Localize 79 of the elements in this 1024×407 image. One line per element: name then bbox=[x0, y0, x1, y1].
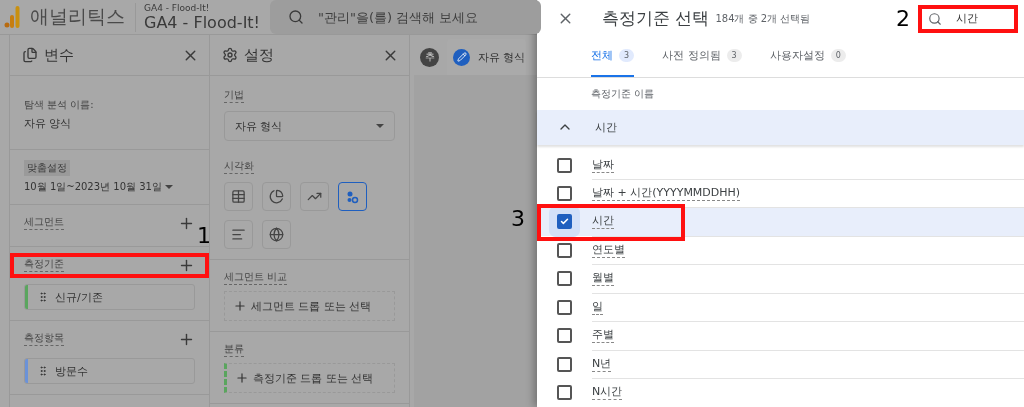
checkbox[interactable] bbox=[557, 299, 572, 315]
group-row[interactable]: 시간 bbox=[537, 109, 1024, 145]
drag-handle-icon[interactable] bbox=[37, 291, 49, 303]
add-icon[interactable] bbox=[178, 215, 195, 232]
visualization-button[interactable] bbox=[224, 220, 253, 249]
variable-chip[interactable]: 신규/기존 bbox=[24, 284, 195, 310]
dimension-name[interactable]: N년 bbox=[592, 355, 612, 372]
search-icon bbox=[288, 9, 305, 25]
caret-icon bbox=[164, 185, 173, 189]
checkbox[interactable] bbox=[557, 328, 572, 344]
donut-chart-icon bbox=[269, 189, 284, 204]
drop-zone[interactable]: 세그먼트 드롭 또는 선택 bbox=[224, 291, 395, 321]
panel-title: 변수 bbox=[44, 45, 75, 65]
document-stack-icon bbox=[22, 47, 38, 63]
visualization-button[interactable] bbox=[338, 182, 367, 211]
variable-chip[interactable]: 방문수 bbox=[24, 358, 195, 384]
checkbox[interactable] bbox=[557, 186, 572, 201]
search-field[interactable]: 시간 bbox=[918, 4, 1018, 33]
add-icon bbox=[233, 299, 247, 313]
filter-tab[interactable]: 사전 정의됨 3 bbox=[662, 37, 742, 77]
field-label: 탐색 분석 이름: bbox=[24, 98, 95, 112]
product-name: 애널리틱스 bbox=[30, 4, 125, 29]
callout-number: 2 bbox=[896, 6, 910, 32]
field-label: 분류 bbox=[224, 342, 244, 357]
field-label: 기법 bbox=[224, 88, 244, 103]
section-label: 세그먼트 bbox=[24, 215, 64, 230]
checkbox[interactable] bbox=[557, 356, 572, 372]
section-label: 측정항목 bbox=[24, 331, 64, 346]
date-badge: 맞춤설정 bbox=[24, 160, 70, 176]
callout-number: 1 bbox=[197, 223, 211, 248]
geo-chart-icon bbox=[269, 227, 284, 242]
settings-icon bbox=[222, 47, 238, 63]
filter-tab[interactable]: 사용자설정 0 bbox=[769, 37, 846, 77]
section-label: 측정기준 bbox=[24, 257, 64, 272]
callout-number: 3 bbox=[511, 205, 525, 231]
filter-tab[interactable]: 전체 3 bbox=[591, 37, 635, 77]
column-header: 측정기준 이름 bbox=[590, 86, 656, 101]
add-icon[interactable] bbox=[178, 331, 195, 348]
search-field[interactable]: "관리"을(를) 검색해 보세요 bbox=[270, 0, 541, 34]
new-tab-button[interactable]: 추 bbox=[420, 47, 439, 67]
bar-chart-logo-icon bbox=[4, 6, 20, 28]
visualization-button[interactable] bbox=[262, 182, 291, 211]
property-name[interactable]: GA4 - Flood-It! bbox=[144, 12, 261, 32]
checkbox[interactable] bbox=[557, 271, 572, 287]
dimension-name[interactable]: 일 bbox=[592, 298, 603, 315]
field-label: 세그먼트 비교 bbox=[224, 270, 288, 285]
pencil-icon[interactable] bbox=[453, 48, 470, 66]
technique-dropdown[interactable]: 자유 형식 bbox=[224, 111, 395, 141]
tab-label[interactable]: 자유 형식 bbox=[478, 49, 526, 65]
dimension-name[interactable]: N시간 bbox=[592, 384, 623, 401]
table-chart-icon bbox=[231, 189, 246, 204]
drop-zone[interactable]: 측정기준 드롭 또는 선택 bbox=[224, 363, 395, 393]
checkbox[interactable] bbox=[557, 385, 572, 401]
check-icon bbox=[560, 217, 569, 227]
visualization-button[interactable] bbox=[224, 182, 253, 211]
scatter-icon bbox=[345, 189, 360, 204]
dimension-name[interactable]: 주별 bbox=[592, 327, 614, 344]
search-icon bbox=[928, 11, 942, 26]
dimension-name[interactable]: 시간 bbox=[592, 213, 614, 230]
selection-count: 184개 중 2개 선택됨 bbox=[715, 11, 811, 26]
date-range-dropdown[interactable]: 10월 1일~2023년 10월 31일 bbox=[24, 180, 195, 194]
panel-title: 설정 bbox=[244, 45, 275, 65]
add-icon bbox=[235, 371, 249, 385]
add-icon[interactable] bbox=[178, 257, 195, 274]
dimension-name[interactable]: 날짜 bbox=[592, 156, 614, 173]
visualization-button[interactable] bbox=[300, 182, 329, 211]
drawer-title: 측정기준 선택 bbox=[602, 7, 710, 31]
dimension-name[interactable]: 날짜 + 시간(YYYYMMDDHH) bbox=[592, 185, 741, 201]
drag-handle-icon[interactable] bbox=[37, 365, 49, 377]
visualization-button[interactable] bbox=[262, 220, 291, 249]
checkbox[interactable] bbox=[557, 242, 572, 258]
dimension-name[interactable]: 연도별 bbox=[592, 241, 625, 258]
bar-chart-icon bbox=[231, 227, 246, 242]
checkbox[interactable] bbox=[557, 157, 572, 173]
exploration-name[interactable]: 자유 양식 bbox=[24, 116, 195, 131]
dimension-name[interactable]: 월별 bbox=[592, 270, 614, 287]
field-label: 시각화 bbox=[224, 159, 254, 174]
caret-icon bbox=[376, 124, 384, 128]
account-name: GA4 - Flood-It! bbox=[144, 2, 211, 13]
